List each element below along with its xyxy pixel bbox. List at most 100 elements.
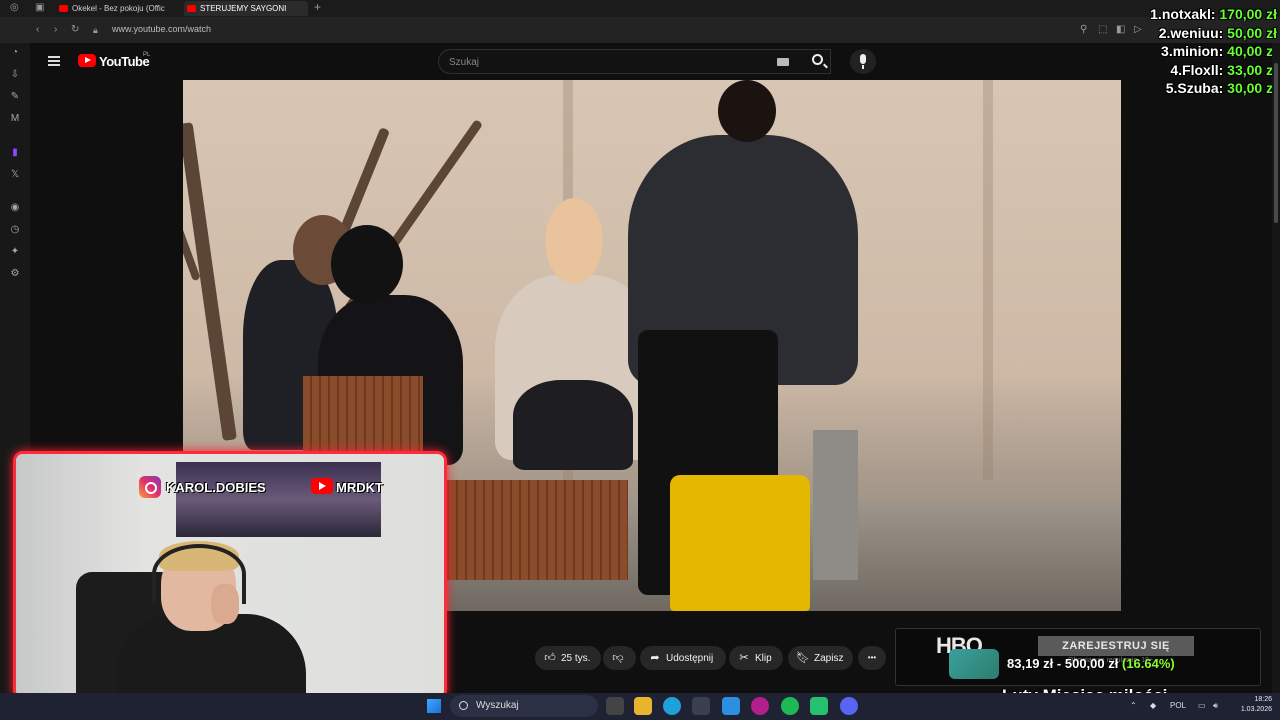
edge-icon[interactable] — [663, 697, 681, 715]
taskbar-search[interactable]: Wyszukaj — [450, 695, 598, 717]
mail-app-icon[interactable] — [722, 697, 740, 715]
clip-label: Klip — [755, 653, 772, 664]
tab-overview-icon[interactable]: ▣ — [35, 3, 44, 13]
downloads-icon[interactable]: ⇩ — [9, 69, 21, 81]
keyboard-icon[interactable] — [777, 58, 789, 66]
clock-time: 18:26 — [1254, 696, 1272, 703]
windows-start-icon[interactable] — [427, 699, 441, 713]
network-icon[interactable]: ▭ — [1198, 701, 1206, 710]
share-icon: ➦ — [650, 652, 660, 664]
leaderboard-row: 2.weniuu: 50,00 zł — [1150, 24, 1277, 43]
screenshot-icon[interactable]: ⬚ — [1098, 25, 1107, 35]
wall-detail — [983, 80, 993, 480]
youtube-logo-icon[interactable] — [78, 54, 96, 67]
discord-icon[interactable] — [840, 697, 858, 715]
browser-tab-bar: ◎ ▣ Okekel - Bez pokoju (Offic STERUJEMY… — [0, 0, 1280, 17]
x-icon[interactable]: 𝕏 — [9, 169, 21, 181]
browser-menu-icon[interactable]: ◎ — [10, 3, 19, 13]
volume-icon[interactable]: 🔊︎ — [1213, 701, 1218, 711]
history-icon[interactable]: ◔ — [9, 47, 21, 59]
url-text[interactable]: www.youtube.com/watch — [112, 24, 211, 34]
more-icon: ••• — [867, 653, 877, 662]
leaderboard-row: 3.minion: 40,00 zł — [1150, 42, 1277, 61]
address-bar: ‹ › ↻ 🔒︎ www.youtube.com/watch ⚲ ⬚ ◧ ▷ — [0, 17, 1280, 43]
player-icon[interactable]: ◉ — [9, 202, 21, 214]
page-scrollbar[interactable] — [1272, 43, 1280, 693]
dislike-button[interactable]: 👎︎ — [603, 646, 636, 670]
share-label: Udostępnij — [666, 653, 714, 664]
tab-sterujemy[interactable]: STERUJEMY SAYGONI — [184, 1, 308, 16]
leaderboard-row: 1.notxakl: 170,00 zł — [1150, 5, 1277, 24]
like-button[interactable]: 👍︎ 25 tys. — [535, 646, 601, 670]
share-button[interactable]: ➦ Udostępnij — [640, 646, 726, 670]
reload-icon[interactable]: ↻ — [71, 25, 79, 35]
store-icon[interactable] — [692, 697, 710, 715]
tree-trunk — [183, 122, 237, 441]
goal-current: 83,19 zł — [1007, 656, 1054, 671]
mail-icon[interactable]: M — [9, 113, 21, 125]
donor-name: 3.minion: — [1161, 43, 1224, 59]
thumbs-down-icon: 👎︎ — [612, 652, 624, 664]
bookmark-icon: 🔖︎ — [796, 652, 810, 664]
play-icon[interactable]: ▷ — [1134, 25, 1142, 35]
spotify-icon[interactable] — [781, 697, 799, 715]
tab-title: Okekel - Bez pokoju (Offic — [72, 4, 165, 13]
language-indicator[interactable]: POL — [1170, 701, 1186, 710]
youtube-header: YouTube PL — [30, 43, 1280, 80]
scissors-icon: ✂ — [739, 652, 749, 664]
tray-chevron-icon[interactable]: ⌃ — [1130, 701, 1137, 710]
clip-button[interactable]: ✂ Klip — [729, 646, 783, 670]
file-explorer-icon[interactable] — [634, 697, 652, 715]
back-icon[interactable]: ‹ — [36, 25, 39, 35]
opera-gx-icon[interactable] — [751, 697, 769, 715]
youtube-favicon-icon — [187, 5, 196, 12]
green-app-icon[interactable] — [810, 697, 828, 715]
like-count: 25 tys. — [561, 653, 591, 664]
search-input[interactable] — [449, 54, 769, 70]
search-icon — [812, 54, 823, 65]
instagram-icon — [139, 476, 161, 498]
promo-blur-patch — [949, 649, 999, 679]
pin-icon[interactable]: ⚲ — [1080, 25, 1087, 35]
donor-amount: 50,00 zł — [1227, 24, 1277, 41]
yellow-delivery-bag — [670, 475, 810, 611]
leaderboard-row: 4.Floxll: 33,00 zł — [1150, 61, 1277, 80]
search-button[interactable] — [800, 49, 837, 74]
bench-back — [303, 376, 423, 456]
donor-name: 4.Floxll: — [1170, 61, 1224, 78]
register-button[interactable]: ZAREJESTRUJ SIĘ — [1038, 636, 1194, 656]
donor-amount: 40,00 zł — [1227, 43, 1277, 59]
donor-name: 1.notxakl: — [1150, 6, 1216, 22]
donation-goal-progress: 83,19 zł - 500,00 zł (16.64%) — [1007, 656, 1175, 671]
save-button[interactable]: 🔖︎ Zapisz — [788, 646, 853, 670]
voice-search-button[interactable] — [850, 49, 876, 74]
woman-head — [545, 198, 603, 284]
task-view-icon[interactable] — [606, 697, 624, 715]
tray-app-icon[interactable]: ◆ — [1150, 701, 1156, 710]
clock-icon[interactable]: ◷ — [9, 224, 21, 236]
streamer-hand — [211, 584, 239, 624]
tab-okekel[interactable]: Okekel - Bez pokoju (Offic — [56, 1, 180, 16]
settings-icon[interactable]: ⚙ — [9, 268, 21, 280]
youtube-handle: MRDKT — [336, 480, 383, 495]
twitch-icon[interactable]: ▮ — [9, 147, 21, 159]
new-tab-icon[interactable]: + — [314, 1, 321, 13]
donor-amount: 30,00 zł — [1227, 80, 1277, 96]
scrollbar-thumb[interactable] — [1274, 63, 1278, 223]
promo-widget[interactable]: HBO ZAREJESTRUJ SIĘ Obowiązuje regulamin… — [895, 628, 1261, 686]
menu-icon[interactable] — [48, 56, 60, 66]
more-actions-button[interactable]: ••• — [858, 646, 886, 670]
forward-icon[interactable]: › — [54, 25, 57, 35]
donor-amount: 170,00 zł — [1219, 6, 1277, 22]
notes-icon[interactable]: ✎ — [9, 91, 21, 103]
donor-name: 2.weniuu: — [1158, 24, 1224, 41]
goal-target: 500,00 zł — [1064, 656, 1119, 671]
youtube-logo-text[interactable]: YouTube — [99, 54, 150, 69]
youtube-favicon-icon — [59, 5, 68, 12]
extensions-icon[interactable]: ◧ — [1116, 25, 1125, 35]
system-clock[interactable]: 18:26 1.03.2026 — [1228, 695, 1272, 715]
donation-leaderboard: 1.notxakl: 170,00 zł 2.weniuu: 50,00 zł … — [1150, 5, 1277, 98]
clock-date: 1.03.2026 — [1240, 706, 1272, 713]
puzzle-icon[interactable]: ✦ — [9, 246, 21, 258]
search-box — [438, 49, 831, 74]
